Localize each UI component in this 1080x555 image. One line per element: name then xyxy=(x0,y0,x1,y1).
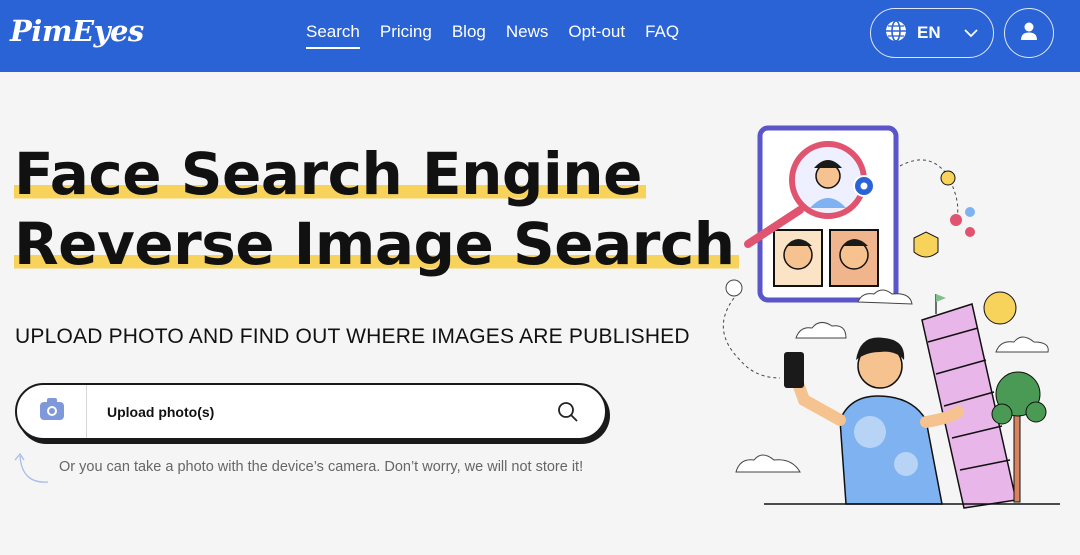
upload-photo-box[interactable]: Upload photo(s) xyxy=(15,383,607,440)
curved-arrow-icon xyxy=(12,448,52,493)
globe-icon xyxy=(885,19,907,47)
camera-button[interactable] xyxy=(17,385,87,438)
pimeyes-logo[interactable]: PimEyes xyxy=(10,14,144,48)
sun-illustration xyxy=(983,291,1017,325)
nav-search[interactable]: Search xyxy=(306,22,360,49)
camera-icon xyxy=(39,397,65,426)
nav-opt-out[interactable]: Opt-out xyxy=(568,22,625,49)
hero-subtitle: UPLOAD PHOTO AND FIND OUT WHERE IMAGES A… xyxy=(15,325,690,348)
hero-illustration xyxy=(722,125,1060,509)
language-label: EN xyxy=(917,23,941,42)
hero-title-line1: Face Search Engine xyxy=(14,140,646,208)
language-selector[interactable]: EN xyxy=(870,8,994,58)
upload-photo-label: Upload photo(s) xyxy=(107,403,215,420)
top-navbar: PimEyes Search Pricing Blog News Opt-out… xyxy=(0,0,1080,72)
main-nav: Search Pricing Blog News Opt-out FAQ xyxy=(306,22,679,49)
camera-hint-text: Or you can take a photo with the device’… xyxy=(59,459,584,475)
hero-title-line2-text: Reverse Image Search xyxy=(14,210,739,278)
user-icon xyxy=(1020,21,1038,46)
nav-faq[interactable]: FAQ xyxy=(645,22,679,49)
search-icon[interactable] xyxy=(557,401,579,428)
chevron-down-icon xyxy=(963,25,979,46)
hero-title-line1-text: Face Search Engine xyxy=(14,140,646,208)
nav-blog[interactable]: Blog xyxy=(452,22,486,49)
nav-pricing[interactable]: Pricing xyxy=(380,22,432,49)
nav-news[interactable]: News xyxy=(506,22,549,49)
account-button[interactable] xyxy=(1004,8,1054,58)
hero-title-line2: Reverse Image Search xyxy=(14,210,739,278)
